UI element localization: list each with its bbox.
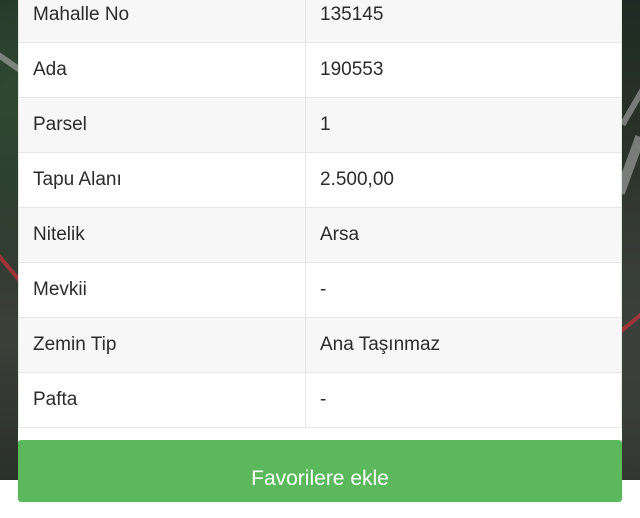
- row-value: 135145: [305, 0, 622, 43]
- row-value: 2.500,00: [305, 152, 622, 208]
- table-row: Tapu Alanı 2.500,00: [18, 152, 622, 208]
- row-value: -: [305, 262, 622, 318]
- row-label: Tapu Alanı: [18, 152, 306, 208]
- row-label: Nitelik: [18, 207, 306, 263]
- row-value: 190553: [305, 42, 622, 98]
- row-value: -: [305, 372, 622, 428]
- table-row: Ada 190553: [18, 42, 622, 98]
- row-label: Pafta: [18, 372, 306, 428]
- map-road: [619, 79, 640, 127]
- row-value: 1: [305, 97, 622, 153]
- table-row: Pafta -: [18, 372, 622, 428]
- parcel-info-panel: Mahalle No 135145 Ada 190553 Parsel 1 Ta…: [18, 0, 622, 502]
- table-row: Mevkii -: [18, 262, 622, 318]
- row-label: Ada: [18, 42, 306, 98]
- table-row: Zemin Tip Ana Taşınmaz: [18, 317, 622, 373]
- row-label: Mevkii: [18, 262, 306, 318]
- row-value: Ana Taşınmaz: [305, 317, 622, 373]
- table-row: Nitelik Arsa: [18, 207, 622, 263]
- table-row: Mahalle No 135145: [18, 0, 622, 43]
- table-row: Parsel 1: [18, 97, 622, 153]
- row-label: Parsel: [18, 97, 306, 153]
- row-label: Zemin Tip: [18, 317, 306, 373]
- add-to-favorites-button[interactable]: Favorilere ekle: [18, 440, 622, 502]
- row-label: Mahalle No: [18, 0, 306, 43]
- row-value: Arsa: [305, 207, 622, 263]
- parcel-info-table: Mahalle No 135145 Ada 190553 Parsel 1 Ta…: [18, 0, 622, 428]
